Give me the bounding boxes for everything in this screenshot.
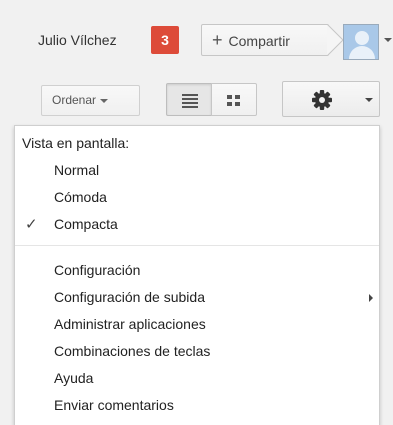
density-option-compact[interactable]: ✓ Compacta: [15, 211, 379, 238]
chevron-down-icon[interactable]: [384, 38, 392, 42]
notification-badge[interactable]: 3: [151, 26, 179, 54]
density-option-comfortable[interactable]: Cómoda: [15, 184, 379, 211]
menu-heading: Vista en pantalla:: [22, 135, 130, 151]
menu-divider: [15, 245, 379, 246]
grid-view-icon: [227, 95, 240, 106]
grid-view-button[interactable]: [211, 83, 257, 116]
menu-item-keyboard-shortcuts[interactable]: Combinaciones de teclas: [15, 338, 379, 365]
share-button[interactable]: + Compartir: [201, 24, 329, 56]
sort-label: Ordenar: [52, 93, 97, 107]
menu-item-label: Compacta: [54, 216, 118, 232]
person-avatar-icon: [355, 31, 369, 45]
checkmark-icon: ✓: [25, 216, 38, 233]
share-label: Compartir: [228, 33, 290, 49]
chevron-down-icon: [365, 98, 373, 102]
chevron-down-icon: [100, 98, 109, 103]
settings-menu: Vista en pantalla: Normal Cómoda ✓ Compa…: [14, 125, 380, 425]
list-view-button[interactable]: [166, 83, 212, 116]
top-bar: Julio Vílchez 3 + Compartir: [0, 0, 393, 80]
menu-item-label: Cómoda: [54, 189, 107, 205]
menu-item-label: Ayuda: [54, 370, 94, 386]
chevron-right-icon: [369, 294, 373, 302]
list-view-icon: [182, 94, 198, 108]
avatar[interactable]: [343, 24, 379, 60]
sort-button[interactable]: Ordenar: [41, 85, 140, 116]
menu-item-label: Normal: [54, 162, 100, 178]
plus-icon: +: [212, 30, 223, 50]
gear-icon: [312, 90, 332, 110]
density-option-normal[interactable]: Normal: [15, 157, 379, 184]
settings-button[interactable]: [282, 81, 380, 117]
menu-item-upload-settings[interactable]: Configuración de subida: [15, 284, 379, 311]
menu-item-label: Administrar aplicaciones: [54, 316, 206, 332]
menu-item-label: Configuración de subida: [54, 289, 205, 305]
menu-item-label: Combinaciones de teclas: [54, 343, 211, 359]
menu-item-send-feedback[interactable]: Enviar comentarios: [15, 392, 379, 419]
menu-item-settings[interactable]: Configuración: [15, 257, 379, 284]
menu-item-manage-apps[interactable]: Administrar aplicaciones: [15, 311, 379, 338]
menu-item-label: Enviar comentarios: [54, 397, 174, 413]
menu-item-help[interactable]: Ayuda: [15, 365, 379, 392]
menu-item-label: Configuración: [54, 262, 141, 278]
user-name[interactable]: Julio Vílchez: [38, 32, 117, 48]
